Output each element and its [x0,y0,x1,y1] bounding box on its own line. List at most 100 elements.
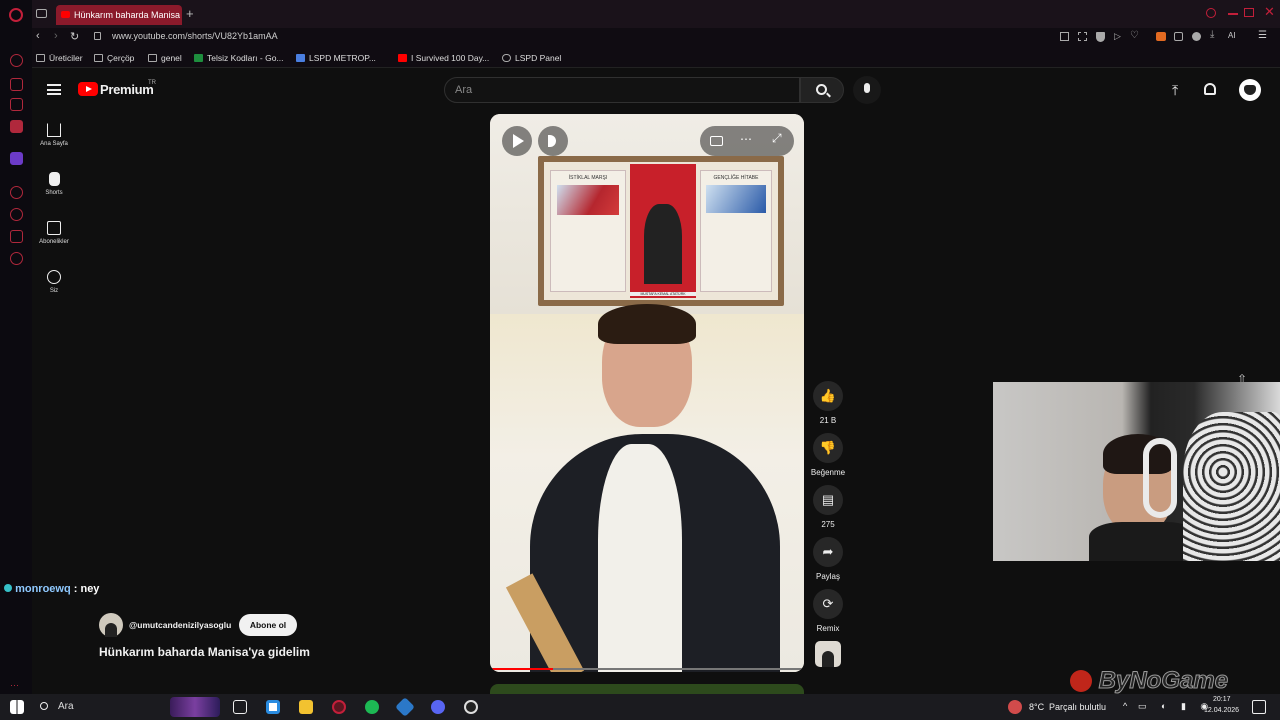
progress-bar-fill [490,668,553,670]
extensions-icon[interactable] [10,230,23,243]
hamburger-menu-icon[interactable] [47,84,61,95]
voice-search-button[interactable] [853,76,881,104]
reload-icon[interactable]: ↻ [70,30,79,43]
menu-icon[interactable]: ☰ [1258,30,1267,41]
task-view-icon[interactable] [233,700,247,714]
history-icon[interactable] [10,208,23,221]
shorts-video-player[interactable]: İSTİKLAL MARŞI MUSTAFA KEMAL ATATÜRK GEN… [490,114,804,672]
youtube-logo-icon[interactable] [78,82,98,96]
share-button[interactable]: ➦ Paylaş [808,537,848,581]
twitch-icon[interactable] [10,152,23,165]
bookmark-item[interactable]: Üreticiler [36,53,83,63]
tab-active[interactable]: Hünkarım baharda Manisa [56,5,182,25]
extensions-puzzle-icon[interactable] [1174,32,1183,41]
obs-icon[interactable] [464,700,478,714]
shield-icon[interactable] [1096,32,1105,42]
tab-island-icon[interactable] [36,9,47,18]
opera-taskbar-icon[interactable] [332,700,346,714]
bookmark-item[interactable]: genel [148,53,182,63]
download-icon[interactable]: ⤓ [1210,29,1214,40]
tab-title: Hünkarım baharda Manisa [74,10,181,20]
extension-fox-icon[interactable] [1156,32,1166,41]
webcam-overlay [993,382,1280,561]
search-button[interactable] [800,77,844,103]
bookmark-item[interactable]: Telsiz Kodları - Go... [194,53,284,63]
like-button[interactable]: 👍 21 B [808,381,848,425]
chat-text: : ney [73,583,100,595]
nav-you[interactable]: Siz [32,270,76,294]
player-icon[interactable] [10,186,23,199]
minimize-button[interactable] [1228,13,1238,15]
restore-button[interactable] [1244,8,1254,17]
play-button[interactable] [502,126,532,156]
app-icon[interactable] [395,697,415,717]
taskbar-search[interactable]: Ara [32,697,220,717]
close-button[interactable]: ✕ [1264,4,1275,20]
bookmark-item[interactable]: I Survived 100 Day... [398,53,489,63]
folder-icon [148,54,157,62]
nav-shorts[interactable]: Shorts [32,172,76,196]
sidebar-icon-4[interactable] [10,120,23,133]
back-icon[interactable]: ‹ [36,30,40,42]
tab-bar: Hünkarım baharda Manisa + ✕ [32,0,1280,28]
url-field[interactable]: www.youtube.com/shorts/VU82Yb1amAA [112,31,278,41]
video-wall-frame: İSTİKLAL MARŞI MUSTAFA KEMAL ATATÜRK GEN… [538,156,784,306]
bookmark-item[interactable]: LSPD Panel [502,53,561,63]
home-icon [47,123,61,137]
channel-name[interactable]: @umutcandenizilyasoglu [129,620,231,630]
sidebar-icon-2[interactable] [10,78,23,91]
progress-bar[interactable] [490,668,804,670]
bookmark-item[interactable]: Çerçöp [94,53,134,63]
portrait-image [644,204,682,284]
channel-avatar[interactable] [99,613,123,637]
file-explorer-icon[interactable] [299,700,313,714]
more-icon[interactable]: ⋯ [10,680,23,693]
weather-text[interactable]: Parçalı bulutlu [1049,702,1106,712]
comments-button[interactable]: ▤ 275 [808,485,848,529]
ai-button[interactable]: AI [1228,31,1236,40]
weather-temp[interactable]: 8°C [1029,702,1044,712]
nav-home[interactable]: Ana Sayfa [32,123,76,147]
sidebar-icon-3[interactable] [10,98,23,111]
tray-chevron-icon[interactable]: ^ [1123,701,1127,711]
search-tabs-icon[interactable] [1206,8,1216,18]
notifications-bell-icon[interactable] [1204,83,1216,95]
nav-subscriptions[interactable]: Abonelikler [32,221,76,245]
notification-icon[interactable] [1252,700,1266,714]
chat-username: monroewq [15,583,71,595]
discord-icon[interactable] [431,700,445,714]
upload-icon[interactable]: ⤒ [1172,82,1178,99]
headset-icon [1143,438,1177,518]
avatar[interactable] [1239,79,1261,101]
video-title[interactable]: Hünkarım baharda Manisa'ya gidelim [99,645,310,659]
remix-button[interactable]: ⟳ Remix [808,589,848,633]
tray-icons[interactable]: ▭ ◐ ▮ ◉ [1138,701,1214,712]
search-input[interactable]: Ara [444,77,800,103]
spotify-icon[interactable] [365,700,379,714]
crop-icon[interactable] [1078,32,1087,41]
folder-icon [94,54,103,62]
captions-icon[interactable] [710,136,723,146]
youtube-logo-text[interactable]: Premium [100,82,154,97]
profile-icon[interactable] [1192,32,1201,41]
mute-button[interactable] [538,126,568,156]
snapshot-icon[interactable] [1060,32,1069,41]
windows-start-icon[interactable] [10,700,24,714]
opera-logo-icon[interactable] [9,8,23,22]
bookmark-item[interactable]: LSPD METROP... [296,53,376,63]
settings-icon[interactable] [10,252,23,265]
clock-time[interactable]: 20:17 [1213,696,1231,703]
sound-thumbnail[interactable] [815,641,841,667]
sidebar-icon-1[interactable] [10,54,23,67]
subscribe-button[interactable]: Abone ol [239,614,297,636]
clock-date[interactable]: 12.04.2026 [1204,707,1239,714]
store-icon[interactable] [266,700,280,714]
new-tab-button[interactable]: + [186,6,194,21]
chat-message: monroewq : ney [4,583,99,595]
play-icon[interactable]: ▷ [1114,31,1121,42]
forward-icon[interactable]: › [54,30,58,42]
fullscreen-icon[interactable]: ⤢ [772,131,782,146]
heart-icon[interactable]: ♡ [1130,30,1139,41]
more-options-icon[interactable]: ⋯ [740,132,752,146]
dislike-button[interactable]: 👎 Beğenme [808,433,848,477]
